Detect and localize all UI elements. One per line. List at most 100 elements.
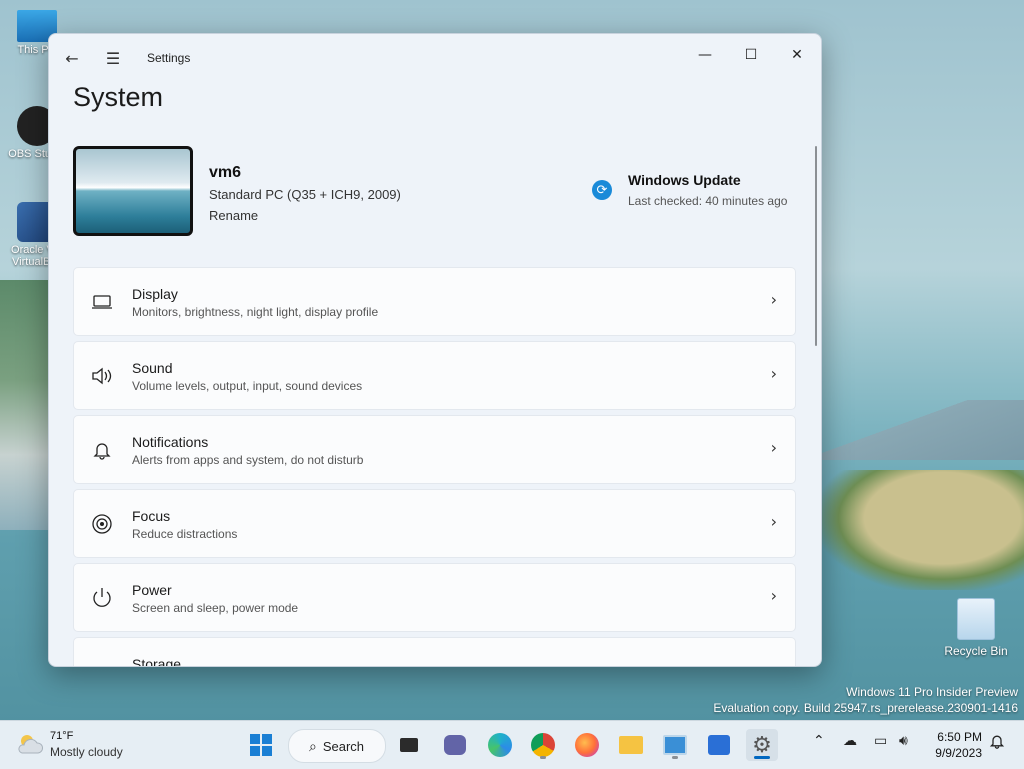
running-indicator [540,756,546,759]
clock-time: 6:50 PM [937,730,982,744]
desktop-icon-label: Recycle Bin [944,644,1008,658]
settings-window: ← ☰ Settings — ☐ ✕ System vm6 Standard P… [48,33,822,667]
windows-update-status: Last checked: 40 minutes ago [628,194,788,208]
notifications-button[interactable] [989,733,1005,753]
settings-item-subtitle: Alerts from apps and system, do not dist… [132,453,364,467]
recycle-bin-icon [957,598,995,640]
network-tray[interactable]: ▭ [874,733,887,749]
settings-item-subtitle: Reduce distractions [132,527,238,541]
settings-item-focus[interactable]: Focus Reduce distractions › [73,489,796,558]
network-icon: ▭ [874,733,888,749]
firefox-icon [575,733,599,757]
search-icon: ⌕ [309,737,317,754]
active-app-indicator [754,756,770,759]
remote-desktop-button[interactable] [659,729,691,761]
taskbar: 71°F Mostly cloudy ⌕ Search ⚙ ⌃ ☁ ▭ 🔊︎ 6… [0,720,1024,769]
device-wallpaper-thumbnail [73,146,193,236]
settings-item-subtitle: Screen and sleep, power mode [132,601,299,615]
chevron-right-icon: › [771,660,777,666]
wallpaper-mountain [820,400,1024,460]
chevron-right-icon: › [770,438,777,457]
edge-button[interactable] [484,729,516,761]
settings-item-subtitle: Monitors, brightness, night light, displ… [132,305,379,319]
taskbar-search[interactable]: ⌕ Search [288,729,386,763]
edge-icon [488,733,512,757]
chevron-right-icon: › [770,290,777,309]
focus-icon [90,512,114,536]
evaluation-watermark: Windows 11 Pro Insider Preview Evaluatio… [713,684,1018,716]
microsoft-store-button[interactable] [703,729,735,761]
settings-item-storage[interactable]: Storage › [73,637,796,667]
back-arrow-icon: ← [65,48,79,68]
settings-item-display[interactable]: Display Monitors, brightness, night ligh… [73,267,796,336]
close-icon: ✕ [791,47,803,63]
settings-item-title: Focus [132,508,171,524]
chrome-icon [531,733,555,757]
chevron-right-icon: › [770,364,777,383]
settings-item-power[interactable]: Power Screen and sleep, power mode › [73,563,796,632]
device-model: Standard PC (Q35 + ICH9, 2009) [209,187,401,202]
desktop-icon-recycle-bin[interactable]: Recycle Bin [942,598,1010,658]
minimize-button[interactable]: — [682,40,728,70]
bell-icon [989,735,1005,749]
settings-item-title: Notifications [132,434,209,450]
drive-icon [90,666,114,667]
task-view-button[interactable] [393,729,425,761]
start-button[interactable] [245,729,277,761]
windows-update-title[interactable]: Windows Update [628,172,741,188]
search-label: Search [322,738,365,754]
wallpaper-field [820,470,1024,590]
chevron-up-icon: ⌃ [813,733,825,749]
settings-item-title: Storage [132,656,182,667]
scrollbar[interactable] [815,146,817,346]
store-icon [708,735,730,755]
rename-link[interactable]: Rename [209,208,258,223]
device-name: vm6 [209,164,242,181]
nav-menu-button[interactable]: ☰ [99,44,127,72]
onedrive-tray[interactable]: ☁ [843,733,857,749]
windows-logo-icon [250,734,272,756]
watermark-line2: Evaluation copy. Build 25947.rs_prerelea… [713,701,1018,715]
power-icon [90,586,114,610]
settings-item-sound[interactable]: Sound Volume levels, output, input, soun… [73,341,796,410]
speaker-icon [90,364,114,388]
hamburger-icon: ☰ [105,48,121,68]
taskbar-clock[interactable]: 6:50 PM 9/9/2023 [922,729,982,761]
close-button[interactable]: ✕ [774,40,820,70]
cloud-icon [18,735,44,754]
settings-item-title: Sound [132,360,173,376]
weather-temperature: 71°F [50,730,74,742]
folder-icon [619,736,643,754]
app-title: Settings [147,51,191,65]
settings-item-subtitle: Volume levels, output, input, sound devi… [132,379,363,393]
chat-icon [444,735,466,755]
laptop-icon [90,290,114,314]
minimize-icon: — [698,47,712,63]
remote-desktop-icon [663,735,687,755]
show-hidden-icons-button[interactable]: ⌃ [813,733,825,749]
settings-item-notifications[interactable]: Notifications Alerts from apps and syste… [73,415,796,484]
file-explorer-button[interactable] [615,729,647,761]
chrome-button[interactable] [527,729,559,761]
bell-icon [90,438,114,462]
maximize-icon: ☐ [744,47,758,63]
volume-icon: 🔊︎ [899,733,908,749]
cloud-offline-icon: ☁ [843,733,857,749]
settings-taskbar-button[interactable]: ⚙ [746,729,778,761]
volume-tray[interactable]: 🔊︎ [899,733,908,749]
teams-chat-button[interactable] [439,729,471,761]
firefox-button[interactable] [571,729,603,761]
running-indicator [672,756,678,759]
weather-description: Mostly cloudy [50,745,123,759]
page-title: System [73,82,164,112]
system-settings-list: Display Monitors, brightness, night ligh… [73,267,796,667]
clock-date: 9/9/2023 [935,746,982,760]
title-bar[interactable]: ← ☰ Settings — ☐ ✕ [49,34,821,82]
back-button[interactable]: ← [58,44,86,72]
settings-item-title: Display [132,286,178,302]
watermark-line1: Windows 11 Pro Insider Preview [846,685,1018,699]
chevron-right-icon: › [770,586,777,605]
task-view-icon [400,738,418,752]
maximize-button[interactable]: ☐ [728,40,774,70]
windows-update-icon: ⟳ [592,180,612,200]
